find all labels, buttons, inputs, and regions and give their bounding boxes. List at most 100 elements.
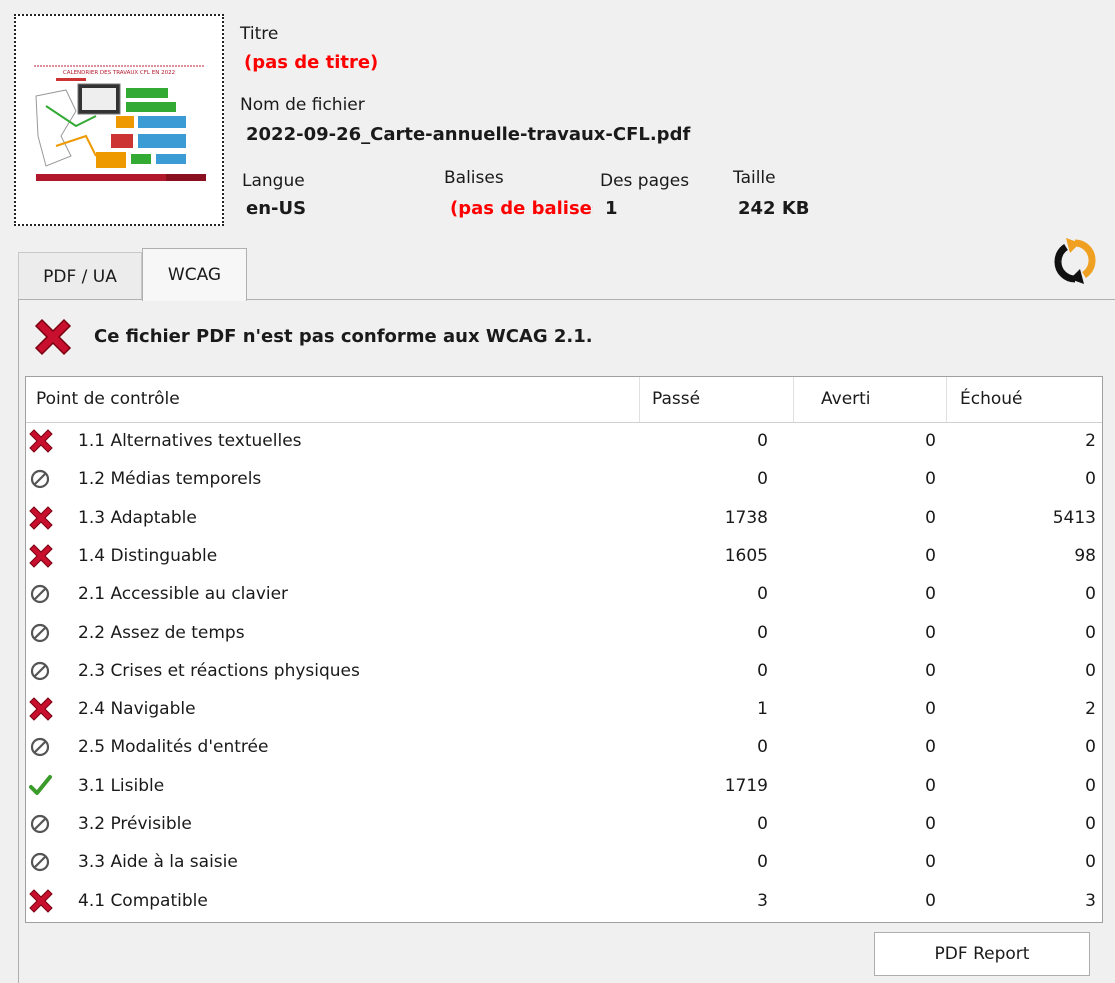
compliance-status-message: Ce fichier PDF n'est pas conforme aux WC… <box>94 326 593 347</box>
passed-count: 0 <box>757 584 768 605</box>
checkpoint-name: 2.4 Navigable <box>78 699 196 720</box>
failed-count: 0 <box>1085 852 1096 873</box>
tags-label: Balises <box>444 168 504 188</box>
warned-count: 0 <box>925 584 936 605</box>
passed-count: 1 <box>757 699 768 720</box>
pdf-thumbnail: CALENDRIER DES TRAVAUX CFL EN 2022 <box>14 14 224 226</box>
table-row[interactable]: 2.3 Crises et réactions physiques 0 0 0 <box>26 652 1102 690</box>
table-row[interactable]: 4.1 Compatible 3 0 3 <box>26 882 1102 920</box>
filename-label: Nom de fichier <box>240 95 365 115</box>
checkpoint-name: 2.2 Assez de temps <box>78 622 245 643</box>
checkpoint-name: 3.1 Lisible <box>78 775 165 796</box>
passed-count: 1738 <box>724 507 768 528</box>
passed-count: 0 <box>757 469 768 490</box>
checkpoint-name: 4.1 Compatible <box>78 890 208 911</box>
passed-count: 0 <box>757 622 768 643</box>
size-value: 242 KB <box>738 198 810 219</box>
warned-count: 0 <box>925 699 936 720</box>
checkpoint-name: 2.5 Modalités d'entrée <box>78 737 269 758</box>
pdf-thumbnail-image: CALENDRIER DES TRAVAUX CFL EN 2022 <box>16 16 222 224</box>
table-row[interactable]: 3.1 Lisible 1719 0 0 <box>26 767 1102 805</box>
checkpoint-name: 3.2 Prévisible <box>78 814 192 834</box>
warned-count: 0 <box>925 660 936 681</box>
table-row[interactable]: 2.1 Accessible au clavier 0 0 0 <box>26 575 1102 613</box>
not-applicable-icon <box>28 619 54 647</box>
warned-count: 0 <box>925 775 936 796</box>
not-applicable-icon <box>28 810 54 838</box>
not-applicable-icon <box>28 733 54 761</box>
refresh-icon[interactable] <box>1052 235 1098 287</box>
checkpoint-name: 1.4 Distinguable <box>78 545 218 566</box>
table-row[interactable]: 1.1 Alternatives textuelles 0 0 2 <box>26 422 1102 460</box>
warned-count: 0 <box>925 814 936 834</box>
pdf-report-button[interactable]: PDF Report <box>874 932 1090 976</box>
failed-count: 98 <box>1074 545 1096 566</box>
checkpoint-name: 2.3 Crises et réactions physiques <box>78 660 360 681</box>
column-header-warned[interactable]: Averti <box>821 377 871 422</box>
failed-count: 0 <box>1085 660 1096 681</box>
table-row[interactable]: 3.2 Prévisible 0 0 0 <box>26 805 1102 843</box>
size-label: Taille <box>733 168 776 188</box>
passed-count: 0 <box>757 660 768 681</box>
fail-x-icon <box>28 427 54 455</box>
failed-count: 2 <box>1085 699 1096 720</box>
passed-count: 1605 <box>724 545 768 566</box>
checkpoint-name: 1.1 Alternatives textuelles <box>78 431 302 451</box>
warned-count: 0 <box>925 890 936 911</box>
language-label: Langue <box>242 171 305 191</box>
fail-x-icon <box>28 695 54 723</box>
tab-pdf-ua[interactable]: PDF / UA <box>18 252 142 300</box>
column-header-checkpoint[interactable]: Point de contrôle <box>36 377 180 422</box>
tab-wcag[interactable]: WCAG <box>142 248 247 301</box>
fail-x-icon <box>30 314 76 360</box>
passed-count: 1719 <box>724 775 768 796</box>
title-label: Titre <box>240 24 279 44</box>
failed-count: 0 <box>1085 469 1096 490</box>
checkpoint-name: 2.1 Accessible au clavier <box>78 584 289 605</box>
check-icon <box>28 772 54 800</box>
passed-count: 0 <box>757 737 768 758</box>
thumbnail-heading: CALENDRIER DES TRAVAUX CFL EN 2022 <box>63 70 175 76</box>
table-row[interactable]: 3.3 Aide à la saisie 0 0 0 <box>26 843 1102 881</box>
table-row[interactable]: 2.5 Modalités d'entrée 0 0 0 <box>26 728 1102 766</box>
warned-count: 0 <box>925 545 936 566</box>
column-header-passed[interactable]: Passé <box>652 377 700 422</box>
fail-x-icon <box>28 504 54 532</box>
column-header-failed[interactable]: Échoué <box>960 377 1023 422</box>
passed-count: 0 <box>757 814 768 834</box>
fail-x-icon <box>28 887 54 915</box>
tags-value: (pas de balises) <box>450 198 593 219</box>
table-row[interactable]: 2.2 Assez de temps 0 0 0 <box>26 614 1102 652</box>
failed-count: 2 <box>1085 431 1096 451</box>
fail-x-icon <box>28 542 54 570</box>
table-row[interactable]: 1.3 Adaptable 1738 0 5413 <box>26 499 1102 537</box>
title-value: (pas de titre) <box>244 52 379 73</box>
warned-count: 0 <box>925 852 936 873</box>
failed-count: 5413 <box>1052 507 1096 528</box>
failed-count: 3 <box>1085 890 1096 911</box>
passed-count: 3 <box>757 890 768 911</box>
failed-count: 0 <box>1085 622 1096 643</box>
filename-value: 2022-09-26_Carte-annuelle-travaux-CFL.pd… <box>246 124 691 145</box>
not-applicable-icon <box>28 580 54 608</box>
checkpoint-name: 1.3 Adaptable <box>78 507 197 528</box>
passed-count: 0 <box>757 431 768 451</box>
warned-count: 0 <box>925 431 936 451</box>
not-applicable-icon <box>28 465 54 493</box>
warned-count: 0 <box>925 469 936 490</box>
table-row[interactable]: 1.2 Médias temporels 0 0 0 <box>26 460 1102 498</box>
passed-count: 0 <box>757 852 768 873</box>
table-row[interactable]: 2.4 Navigable 1 0 2 <box>26 690 1102 728</box>
checkpoint-name: 3.3 Aide à la saisie <box>78 852 238 873</box>
warned-count: 0 <box>925 507 936 528</box>
language-value: en-US <box>246 198 307 219</box>
failed-count: 0 <box>1085 737 1096 758</box>
warned-count: 0 <box>925 622 936 643</box>
table-header: Point de contrôle Passé Averti Échoué <box>26 377 1102 423</box>
table-row[interactable]: 1.4 Distinguable 1605 0 98 <box>26 537 1102 575</box>
failed-count: 0 <box>1085 775 1096 796</box>
not-applicable-icon <box>28 657 54 685</box>
not-applicable-icon <box>28 848 54 876</box>
checkpoint-name: 1.2 Médias temporels <box>78 469 262 490</box>
failed-count: 0 <box>1085 814 1096 834</box>
